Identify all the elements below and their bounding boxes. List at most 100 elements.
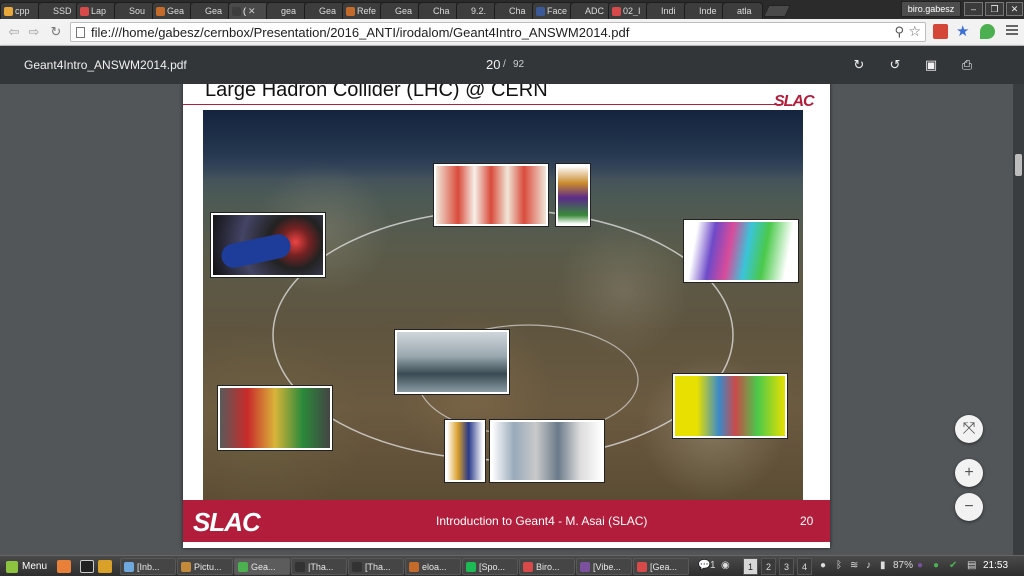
rotate-counterclockwise-icon[interactable]: ↺ bbox=[886, 56, 904, 74]
tab-favicon-icon bbox=[498, 6, 507, 16]
browser-tab[interactable]: SSD bbox=[38, 2, 79, 19]
task-label: [Vibe... bbox=[593, 561, 621, 572]
url-text[interactable]: file:///home/gabesz/cernbox/Presentation… bbox=[91, 25, 629, 40]
wifi-icon[interactable]: ≋ bbox=[850, 560, 858, 571]
viber-tray-icon[interactable]: ● bbox=[917, 560, 923, 571]
taskbar-task[interactable]: [Tha... bbox=[348, 558, 404, 575]
browser-tab[interactable]: Inde bbox=[684, 2, 725, 19]
taskbar-task[interactable]: [Vibe... bbox=[576, 558, 632, 575]
browser-tab[interactable]: gea bbox=[266, 2, 307, 19]
pdf-page: Large Hadron Collider (LHC) @ CERN SLAC bbox=[183, 84, 830, 548]
browser-tab[interactable]: Refe bbox=[342, 2, 383, 19]
update-tray-icon[interactable]: ✔ bbox=[949, 560, 957, 571]
tab-label: Sou bbox=[129, 6, 146, 16]
workspace-button[interactable]: 2 bbox=[761, 558, 776, 575]
taskbar-task[interactable]: |Tha... bbox=[291, 558, 347, 575]
gmail-extension-icon[interactable] bbox=[933, 24, 948, 39]
tab-label: cpp bbox=[15, 6, 30, 16]
taskbar-task[interactable]: eloa... bbox=[405, 558, 461, 575]
task-app-icon bbox=[124, 561, 134, 572]
scroll-thumb[interactable] bbox=[1015, 154, 1022, 176]
leaf-extension-icon[interactable] bbox=[980, 24, 995, 39]
clock: 21:53 bbox=[983, 560, 1009, 571]
workspace-button[interactable]: 4 bbox=[797, 558, 812, 575]
zoom-in-button[interactable]: + bbox=[955, 459, 983, 487]
browser-tab[interactable]: Face bbox=[532, 2, 573, 19]
restore-button[interactable]: ❐ bbox=[985, 2, 1004, 16]
user-icon[interactable]: ● bbox=[820, 560, 826, 571]
close-window-button[interactable]: ✕ bbox=[1006, 2, 1023, 16]
fit-page-button[interactable]: ⤧ bbox=[955, 415, 983, 443]
title-rule bbox=[183, 104, 783, 105]
browser-tab[interactable]: Sou bbox=[114, 2, 155, 19]
rotate-clockwise-icon[interactable]: ↻ bbox=[850, 56, 868, 74]
minimize-button[interactable]: – bbox=[964, 2, 983, 16]
tab-strip: cpp SSD Lap Sou Gea Gea(✕ gea Gea Refe Gea Cha 9.2.… bbox=[0, 0, 1024, 19]
start-menu-button[interactable]: Menu bbox=[2, 558, 51, 575]
browser-tab[interactable]: Gea bbox=[304, 2, 345, 19]
battery-icon[interactable]: ▮ bbox=[880, 560, 886, 571]
taskbar-task[interactable]: [Spo... bbox=[462, 558, 518, 575]
tab-label: Gea bbox=[167, 6, 185, 16]
page-number-input[interactable]: 20 bbox=[486, 57, 500, 72]
terminal-launcher-icon[interactable] bbox=[80, 560, 94, 573]
pdf-viewport[interactable]: Large Hadron Collider (LHC) @ CERN SLAC bbox=[0, 84, 1024, 555]
star-extension-icon[interactable]: ★ bbox=[956, 24, 971, 39]
zoom-icon[interactable]: ⚲ bbox=[894, 24, 904, 40]
browser-tab[interactable]: 9.2. bbox=[456, 2, 497, 19]
browser-tab[interactable]: Cha bbox=[418, 2, 459, 19]
browser-tab[interactable]: cpp bbox=[0, 2, 41, 19]
tab-label: Gea bbox=[395, 6, 413, 16]
slide-title: Large Hadron Collider (LHC) @ CERN bbox=[205, 84, 548, 101]
taskbar-task[interactable]: [Gea... bbox=[633, 558, 689, 575]
workspace-button[interactable]: 1 bbox=[743, 558, 758, 575]
tab-favicon-icon bbox=[688, 6, 697, 16]
volume-icon[interactable]: ♪ bbox=[866, 560, 871, 571]
tab-close-icon[interactable]: ✕ bbox=[248, 6, 256, 17]
reload-icon[interactable]: ↻ bbox=[48, 24, 64, 40]
profile-button[interactable]: biro.gabesz bbox=[901, 1, 961, 17]
bookmark-star-icon[interactable]: ☆ bbox=[908, 23, 921, 40]
new-tab-button[interactable] bbox=[763, 5, 791, 17]
browser-menu-icon[interactable] bbox=[1006, 25, 1018, 37]
detector-module-inset bbox=[444, 419, 486, 483]
browser-tab[interactable]: 02_I bbox=[608, 2, 649, 19]
workspace-button[interactable]: 3 bbox=[779, 558, 794, 575]
browser-tab[interactable]: (✕ bbox=[228, 2, 269, 19]
browser-tab[interactable]: Gea bbox=[190, 2, 231, 19]
tab-label: Inde bbox=[699, 6, 717, 16]
taskbar-task[interactable]: Gea... bbox=[234, 558, 290, 575]
bluetooth-icon[interactable]: ᛒ bbox=[836, 560, 842, 571]
browser-tab[interactable]: Lap bbox=[76, 2, 117, 19]
tab-label: Cha bbox=[433, 6, 450, 16]
task-label: |Tha... bbox=[308, 561, 334, 572]
scrollbar[interactable] bbox=[1013, 84, 1024, 555]
task-label: [Spo... bbox=[479, 561, 506, 572]
back-icon[interactable]: ⇦ bbox=[6, 24, 22, 40]
browser-tab[interactable]: Gea bbox=[380, 2, 421, 19]
tab-favicon-icon bbox=[574, 6, 583, 16]
forward-icon[interactable]: ⇨ bbox=[26, 24, 42, 40]
taskbar-task[interactable]: Pictu... bbox=[177, 558, 233, 575]
browser-tab[interactable]: Cha bbox=[494, 2, 535, 19]
launcher-icon[interactable] bbox=[57, 560, 71, 573]
task-label: Gea... bbox=[251, 561, 276, 572]
files-launcher-icon[interactable] bbox=[98, 560, 112, 573]
taskbar-task[interactable]: Biro... bbox=[519, 558, 575, 575]
leaf-tray-icon[interactable]: ● bbox=[933, 560, 939, 571]
chat-icon[interactable]: 💬 bbox=[698, 560, 710, 571]
browser-tab[interactable]: atla bbox=[722, 2, 763, 19]
browser-tab[interactable]: Indi bbox=[646, 2, 687, 19]
browser-tab[interactable]: ADC bbox=[570, 2, 611, 19]
save-icon[interactable]: ▣ bbox=[922, 56, 940, 74]
eye-icon[interactable]: ◉ bbox=[721, 560, 730, 571]
zoom-out-button[interactable]: − bbox=[955, 493, 983, 521]
task-app-icon bbox=[181, 561, 191, 572]
print-icon[interactable]: ⎙ bbox=[958, 56, 976, 74]
keyboard-icon[interactable]: ▤ bbox=[967, 560, 976, 571]
taskbar-task[interactable]: [Inb... bbox=[120, 558, 176, 575]
tab-label: ( bbox=[243, 6, 246, 16]
browser-tab[interactable]: Gea bbox=[152, 2, 193, 19]
battery-percent: 87% bbox=[893, 560, 914, 571]
address-bar[interactable]: file:///home/gabesz/cernbox/Presentation… bbox=[70, 22, 926, 42]
